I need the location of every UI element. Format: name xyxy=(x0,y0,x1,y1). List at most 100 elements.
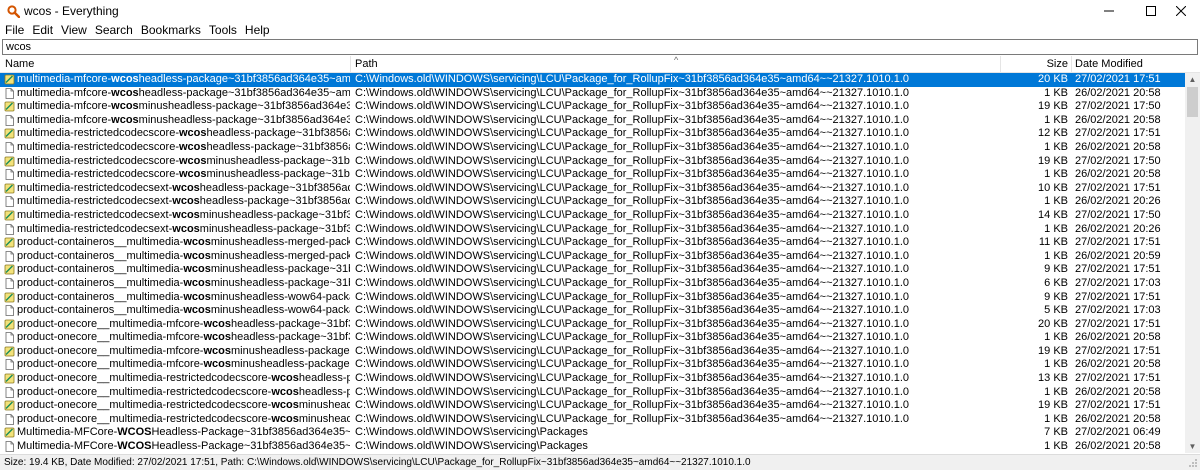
search-match-highlight: wcos xyxy=(271,412,299,425)
table-row[interactable]: multimedia-mfcore-wcosheadless-package~3… xyxy=(0,73,1185,87)
file-name-suffix: headless-package~31bf3856ad364e35~a... xyxy=(230,317,350,330)
table-row[interactable]: product-onecore__multimedia-mfcore-wcosh… xyxy=(0,331,1185,345)
status-text: Size: 19.4 KB, Date Modified: 27/02/2021… xyxy=(4,457,751,468)
column-divider[interactable] xyxy=(1071,56,1072,73)
document-file-icon xyxy=(4,169,15,181)
table-row[interactable]: product-onecore__multimedia-mfcore-wcosm… xyxy=(0,345,1185,359)
file-name-suffix: Headless-Package~31bf3856ad364e35~amd64~… xyxy=(151,426,350,439)
file-name: product-containeros__multimedia-wcosminu… xyxy=(17,263,350,277)
table-row[interactable]: product-onecore__multimedia-restrictedco… xyxy=(0,372,1185,386)
file-name: multimedia-mfcore-wcosminusheadless-pack… xyxy=(17,114,350,128)
file-size: 1 KB xyxy=(1044,412,1068,425)
search-match-highlight: wcos xyxy=(172,181,200,194)
file-name-suffix: minusheadless-package~31bf3856ad364e35~a… xyxy=(199,208,350,221)
table-row[interactable]: product-onecore__multimedia-mfcore-wcosm… xyxy=(0,358,1185,372)
search-match-highlight: wcos xyxy=(203,344,231,357)
menu-help[interactable]: Help xyxy=(245,23,270,37)
scroll-down-icon[interactable]: ▼ xyxy=(1185,440,1200,453)
document-file-icon xyxy=(4,223,15,235)
table-row[interactable]: product-onecore__multimedia-restrictedco… xyxy=(0,399,1185,413)
table-row[interactable]: product-containeros__multimedia-wcosminu… xyxy=(0,304,1185,318)
document-file-icon xyxy=(4,386,15,398)
column-header-date-modified[interactable]: Date Modified xyxy=(1075,58,1143,73)
table-row[interactable]: multimedia-restrictedcodecscore-wcoshead… xyxy=(0,127,1185,141)
date-modified: 26/02/2021 20:26 xyxy=(1075,222,1161,235)
file-name: multimedia-mfcore-wcosheadless-package~3… xyxy=(17,73,350,87)
title-bar: wcos - Everything xyxy=(0,0,1200,22)
file-size: 12 KB xyxy=(1038,127,1068,140)
table-row[interactable]: product-onecore__multimedia-restrictedco… xyxy=(0,386,1185,400)
date-modified: 26/02/2021 20:58 xyxy=(1075,86,1161,99)
search-match-highlight: wcos xyxy=(203,358,231,371)
close-icon[interactable] xyxy=(1158,0,1200,22)
table-row[interactable]: Multimedia-MFCore-WCOSHeadless-Package~3… xyxy=(0,426,1185,440)
menu-view[interactable]: View xyxy=(61,23,87,37)
file-path: C:\Windows.old\WINDOWS\servicing\LCU\Pac… xyxy=(355,73,909,85)
column-header-name[interactable]: Name xyxy=(5,58,34,73)
file-name-prefix: product-containeros__multimedia- xyxy=(17,236,184,249)
table-row[interactable]: multimedia-mfcore-wcosheadless-package~3… xyxy=(0,87,1185,101)
table-row[interactable]: product-containeros__multimedia-wcosminu… xyxy=(0,250,1185,264)
table-row[interactable]: product-onecore__multimedia-mfcore-wcosh… xyxy=(0,318,1185,332)
table-row[interactable]: multimedia-restrictedcodecscore-wcosminu… xyxy=(0,168,1185,182)
date-modified: 26/02/2021 20:58 xyxy=(1075,140,1161,153)
file-name: multimedia-restrictedcodecsext-wcosminus… xyxy=(17,209,350,223)
file-name-suffix: headless-package~31bf3856ad364e35~amd64~… xyxy=(199,181,350,194)
file-name-prefix: product-onecore__multimedia-mfcore- xyxy=(17,358,204,371)
search-match-highlight: wcos xyxy=(271,399,299,412)
file-size: 20 KB xyxy=(1038,73,1068,85)
vertical-scrollbar[interactable]: ▲ ▼ xyxy=(1185,73,1200,453)
column-divider[interactable] xyxy=(350,56,351,73)
date-modified: 27/02/2021 17:51 xyxy=(1075,399,1161,412)
menu-file[interactable]: File xyxy=(5,23,24,37)
menu-edit[interactable]: Edit xyxy=(32,23,53,37)
file-name-suffix: headless-package~31bf3856ad364e35~a... xyxy=(230,331,350,344)
date-modified: 26/02/2021 20:58 xyxy=(1075,331,1161,344)
search-match-highlight: wcos xyxy=(172,208,200,221)
table-row[interactable]: product-onecore__multimedia-restrictedco… xyxy=(0,413,1185,427)
catalog-file-icon xyxy=(4,427,15,438)
file-name: multimedia-restrictedcodecsext-wcosheadl… xyxy=(17,195,350,209)
table-row[interactable]: multimedia-restrictedcodecscore-wcoshead… xyxy=(0,141,1185,155)
file-name: multimedia-mfcore-wcosheadless-package~3… xyxy=(17,87,350,101)
scroll-up-icon[interactable]: ▲ xyxy=(1185,73,1200,86)
sort-ascending-icon: ^ xyxy=(674,55,679,65)
table-row[interactable]: multimedia-mfcore-wcosminusheadless-pack… xyxy=(0,100,1185,114)
column-header-path[interactable]: Path xyxy=(355,58,378,73)
table-row[interactable]: multimedia-restrictedcodecsext-wcosminus… xyxy=(0,209,1185,223)
date-modified: 27/02/2021 17:51 xyxy=(1075,263,1161,276)
menu-bookmarks[interactable]: Bookmarks xyxy=(141,23,201,37)
table-row[interactable]: multimedia-restrictedcodecsext-wcosheadl… xyxy=(0,182,1185,196)
file-name: multimedia-restrictedcodecscore-wcoshead… xyxy=(17,127,350,141)
catalog-file-icon xyxy=(4,237,15,248)
scrollbar-thumb[interactable] xyxy=(1187,87,1198,117)
table-row[interactable]: multimedia-restrictedcodecsext-wcosheadl… xyxy=(0,195,1185,209)
menu-tools[interactable]: Tools xyxy=(209,23,237,37)
table-row[interactable]: multimedia-restrictedcodecsext-wcosminus… xyxy=(0,223,1185,237)
file-path: C:\Windows.old\WINDOWS\servicing\LCU\Pac… xyxy=(355,208,909,221)
table-row[interactable]: multimedia-restrictedcodecscore-wcosminu… xyxy=(0,155,1185,169)
file-path: C:\Windows.old\WINDOWS\servicing\LCU\Pac… xyxy=(355,168,909,181)
table-row[interactable]: product-containeros__multimedia-wcosminu… xyxy=(0,236,1185,250)
column-divider[interactable] xyxy=(1000,56,1001,73)
table-row[interactable]: product-containeros__multimedia-wcosminu… xyxy=(0,277,1185,291)
resize-grip-icon[interactable] xyxy=(1188,458,1198,468)
minimize-icon[interactable] xyxy=(1086,0,1132,22)
menu-search[interactable]: Search xyxy=(95,23,133,37)
file-name-suffix: minusheadless-package~31bf3856ad364e35~a… xyxy=(206,154,350,167)
table-row[interactable]: product-containeros__multimedia-wcosminu… xyxy=(0,291,1185,305)
search-match-highlight: wcos xyxy=(271,385,299,398)
search-input[interactable]: wcos xyxy=(2,39,1198,55)
column-header-size[interactable]: Size xyxy=(1043,58,1068,73)
file-name: product-onecore__multimedia-mfcore-wcosm… xyxy=(17,358,350,372)
file-name: multimedia-restrictedcodecscore-wcosminu… xyxy=(17,155,350,169)
date-modified: 27/02/2021 17:50 xyxy=(1075,100,1161,113)
file-name-suffix: headless-package~31bf3856ad364e35~amd64~… xyxy=(206,127,350,140)
table-row[interactable]: product-containeros__multimedia-wcosminu… xyxy=(0,263,1185,277)
table-row[interactable]: multimedia-mfcore-wcosminusheadless-pack… xyxy=(0,114,1185,128)
file-name-prefix: product-containeros__multimedia- xyxy=(17,249,184,262)
catalog-file-icon xyxy=(4,210,15,221)
results-list: multimedia-mfcore-wcosheadless-package~3… xyxy=(0,73,1185,453)
file-size: 9 KB xyxy=(1044,263,1068,276)
table-row[interactable]: Multimedia-MFCore-WCOSHeadless-Package~3… xyxy=(0,440,1185,453)
